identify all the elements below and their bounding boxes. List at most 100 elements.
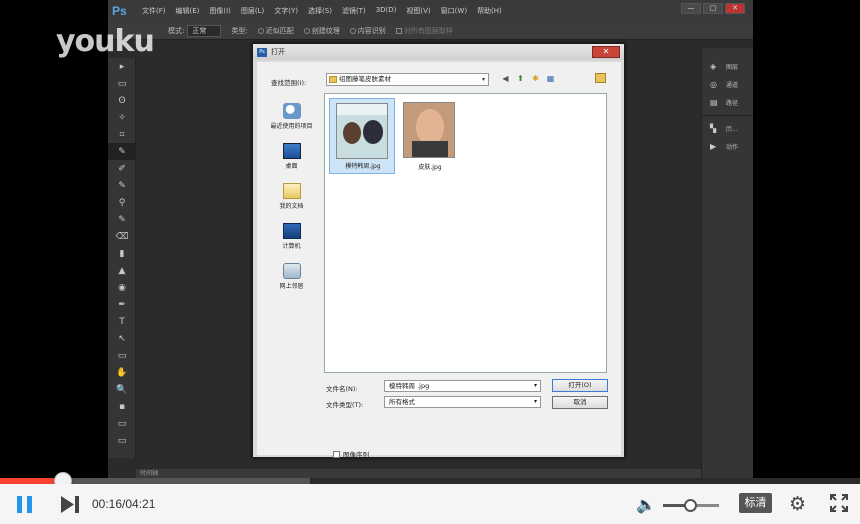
tool-icon[interactable]: ▭ xyxy=(108,415,136,432)
tool-icon[interactable]: T xyxy=(108,313,136,330)
panel-tab[interactable]: ▚ 历... xyxy=(702,120,753,136)
tool-icon[interactable]: ✐ xyxy=(108,160,136,177)
recent-icon xyxy=(282,103,301,119)
place-desktop[interactable]: 桌面 xyxy=(263,132,320,170)
tool-icon[interactable]: ✒ xyxy=(108,296,136,313)
tool-icon[interactable]: ◉ xyxy=(108,279,136,296)
maximize-button[interactable]: ▢ xyxy=(703,3,723,14)
volume-icon[interactable]: 🔈 xyxy=(636,495,656,514)
gear-icon[interactable]: ⚙ xyxy=(789,493,806,515)
sample-all-checkbox[interactable]: 对所有图层取样 xyxy=(395,26,453,36)
place-network[interactable]: 网上邻居 xyxy=(263,252,320,290)
dialog-titlebar: Ps 打开 ✕ xyxy=(253,44,624,60)
minimize-button[interactable]: — xyxy=(681,3,701,14)
panel-icon: ▶ xyxy=(710,141,717,151)
tool-icon[interactable]: ▸ xyxy=(108,58,136,75)
radio-icon xyxy=(257,27,264,34)
proximity-label: 近似匹配 xyxy=(265,26,294,35)
panel-tab[interactable]: ▶ 动作 xyxy=(702,138,753,154)
tool-icon[interactable]: ✧ xyxy=(108,109,136,126)
tool-icon[interactable]: ⌫ xyxy=(108,228,136,245)
pause-icon xyxy=(27,496,32,513)
volume-slider[interactable] xyxy=(663,499,719,512)
dialog-close-button[interactable]: ✕ xyxy=(592,46,620,58)
filetype-value: 所有格式 xyxy=(389,398,415,406)
menu-item[interactable]: 滤镜(T) xyxy=(342,6,366,16)
up-folder-icon[interactable]: ⬆ xyxy=(515,73,526,84)
next-icon xyxy=(61,496,79,513)
proximity-radio[interactable]: 近似匹配 xyxy=(257,26,294,36)
timeline-strip[interactable]: 时间轴 xyxy=(136,469,701,478)
cancel-button[interactable]: 取消 xyxy=(552,396,608,409)
radio-icon xyxy=(349,27,356,34)
folder-icon xyxy=(329,76,337,83)
panel-tab[interactable]: ◎ 通道 xyxy=(702,76,753,92)
place-label: 网上邻居 xyxy=(279,283,304,290)
photoshop-logo: Ps xyxy=(112,4,127,18)
filetype-select[interactable]: 所有格式 ▾ xyxy=(384,396,541,408)
panel-tab[interactable]: ◈ 图层 xyxy=(702,58,753,74)
photoshop-window: Ps 文件(F) 编辑(E) 图像(I) 图层(L) 文字(Y) 选择(S) 滤镜(T) 3D… xyxy=(108,0,753,478)
place-recent[interactable]: 最近使用的项目 xyxy=(263,92,320,130)
quality-button[interactable]: 标清 xyxy=(739,493,772,513)
filetype-label: 文件类型(T): xyxy=(326,401,364,409)
tool-icon[interactable]: ✎ xyxy=(108,211,136,228)
place-docs[interactable]: 我的文档 xyxy=(263,172,320,210)
tool-icon[interactable]: ▮ xyxy=(108,245,136,262)
tool-icon[interactable]: ▭ xyxy=(108,75,136,92)
create-texture-radio[interactable]: 创建纹理 xyxy=(303,26,340,36)
tool-icon[interactable]: 🔍 xyxy=(108,381,136,398)
panel-tab[interactable]: ▤ 路径 xyxy=(702,94,753,110)
menu-item[interactable]: 帮助(H) xyxy=(477,6,502,16)
menu-list: 文件(F) 编辑(E) 图像(I) 图层(L) 文字(Y) 选择(S) 滤镜(T) 3D(D)… xyxy=(142,6,512,16)
menu-item[interactable]: 文字(Y) xyxy=(274,6,298,16)
folder-icon[interactable] xyxy=(595,73,606,83)
file-item[interactable]: 模特韩周.jpg xyxy=(329,98,395,174)
look-in-select[interactable]: 绍图藤笔皮肤素材 ▾ xyxy=(326,73,489,86)
chevron-down-icon: ▾ xyxy=(533,382,537,389)
tool-icon[interactable]: ʘ xyxy=(108,92,136,109)
menu-item[interactable]: 编辑(E) xyxy=(176,6,200,16)
menu-item[interactable]: 窗口(W) xyxy=(441,6,467,16)
pause-button[interactable] xyxy=(16,496,34,513)
tool-icon[interactable]: ▲ xyxy=(108,262,136,279)
menu-item[interactable]: 图层(L) xyxy=(241,6,264,16)
tool-icon[interactable]: ✋ xyxy=(108,364,136,381)
file-thumbnail xyxy=(336,103,388,159)
menu-item[interactable]: 图像(I) xyxy=(209,6,231,16)
fullscreen-icon[interactable] xyxy=(830,494,848,512)
back-icon[interactable]: ◀ xyxy=(500,73,511,84)
file-item[interactable]: 皮肤.jpg xyxy=(397,98,463,174)
next-button[interactable] xyxy=(60,496,80,513)
menu-item[interactable]: 3D(D) xyxy=(376,6,397,16)
look-in-label: 查找范围(I): xyxy=(271,79,307,87)
panel-divider xyxy=(702,110,753,116)
tool-icon[interactable]: ↖ xyxy=(108,330,136,347)
volume-handle[interactable] xyxy=(684,499,697,512)
panel-icon: ◈ xyxy=(710,61,717,71)
content-aware-radio[interactable]: 内容识别 xyxy=(349,26,386,36)
tool-icon[interactable]: ⚲ xyxy=(108,194,136,211)
open-button[interactable]: 打开(O) xyxy=(552,379,608,392)
video-frame[interactable]: Ps 文件(F) 编辑(E) 图像(I) 图层(L) 文字(Y) 选择(S) 滤镜(T) 3D… xyxy=(0,0,860,478)
close-window-button[interactable]: ✕ xyxy=(725,3,745,14)
new-folder-icon[interactable]: ✱ xyxy=(530,73,541,84)
tool-icon[interactable]: ▭ xyxy=(108,432,136,449)
image-sequence-checkbox[interactable]: 图像序列 xyxy=(333,449,369,459)
view-menu-icon[interactable]: ▦ xyxy=(545,73,556,84)
tool-icon[interactable]: ✎ xyxy=(108,143,136,160)
tool-icon[interactable]: ▪ xyxy=(108,398,136,415)
filename-input[interactable]: 模特韩周 .jpg ▾ xyxy=(384,380,541,392)
chevron-down-icon: ▾ xyxy=(481,76,485,83)
menu-bar: Ps 文件(F) 编辑(E) 图像(I) 图层(L) 文字(Y) 选择(S) 滤镜(T) 3D… xyxy=(108,0,753,22)
menu-item[interactable]: 视图(V) xyxy=(406,6,430,16)
tool-icon[interactable]: ✎ xyxy=(108,177,136,194)
mode-select[interactable]: 正常 xyxy=(187,24,222,37)
tool-icon[interactable]: ▭ xyxy=(108,347,136,364)
menu-item[interactable]: 选择(S) xyxy=(308,6,332,16)
file-list[interactable]: 模特韩周.jpg 皮肤.jpg xyxy=(324,93,607,373)
place-computer[interactable]: 计算机 xyxy=(263,212,320,250)
menu-item[interactable]: 文件(F) xyxy=(142,6,166,16)
desktop-icon xyxy=(282,143,301,159)
tool-icon[interactable]: ⌗ xyxy=(108,126,136,143)
